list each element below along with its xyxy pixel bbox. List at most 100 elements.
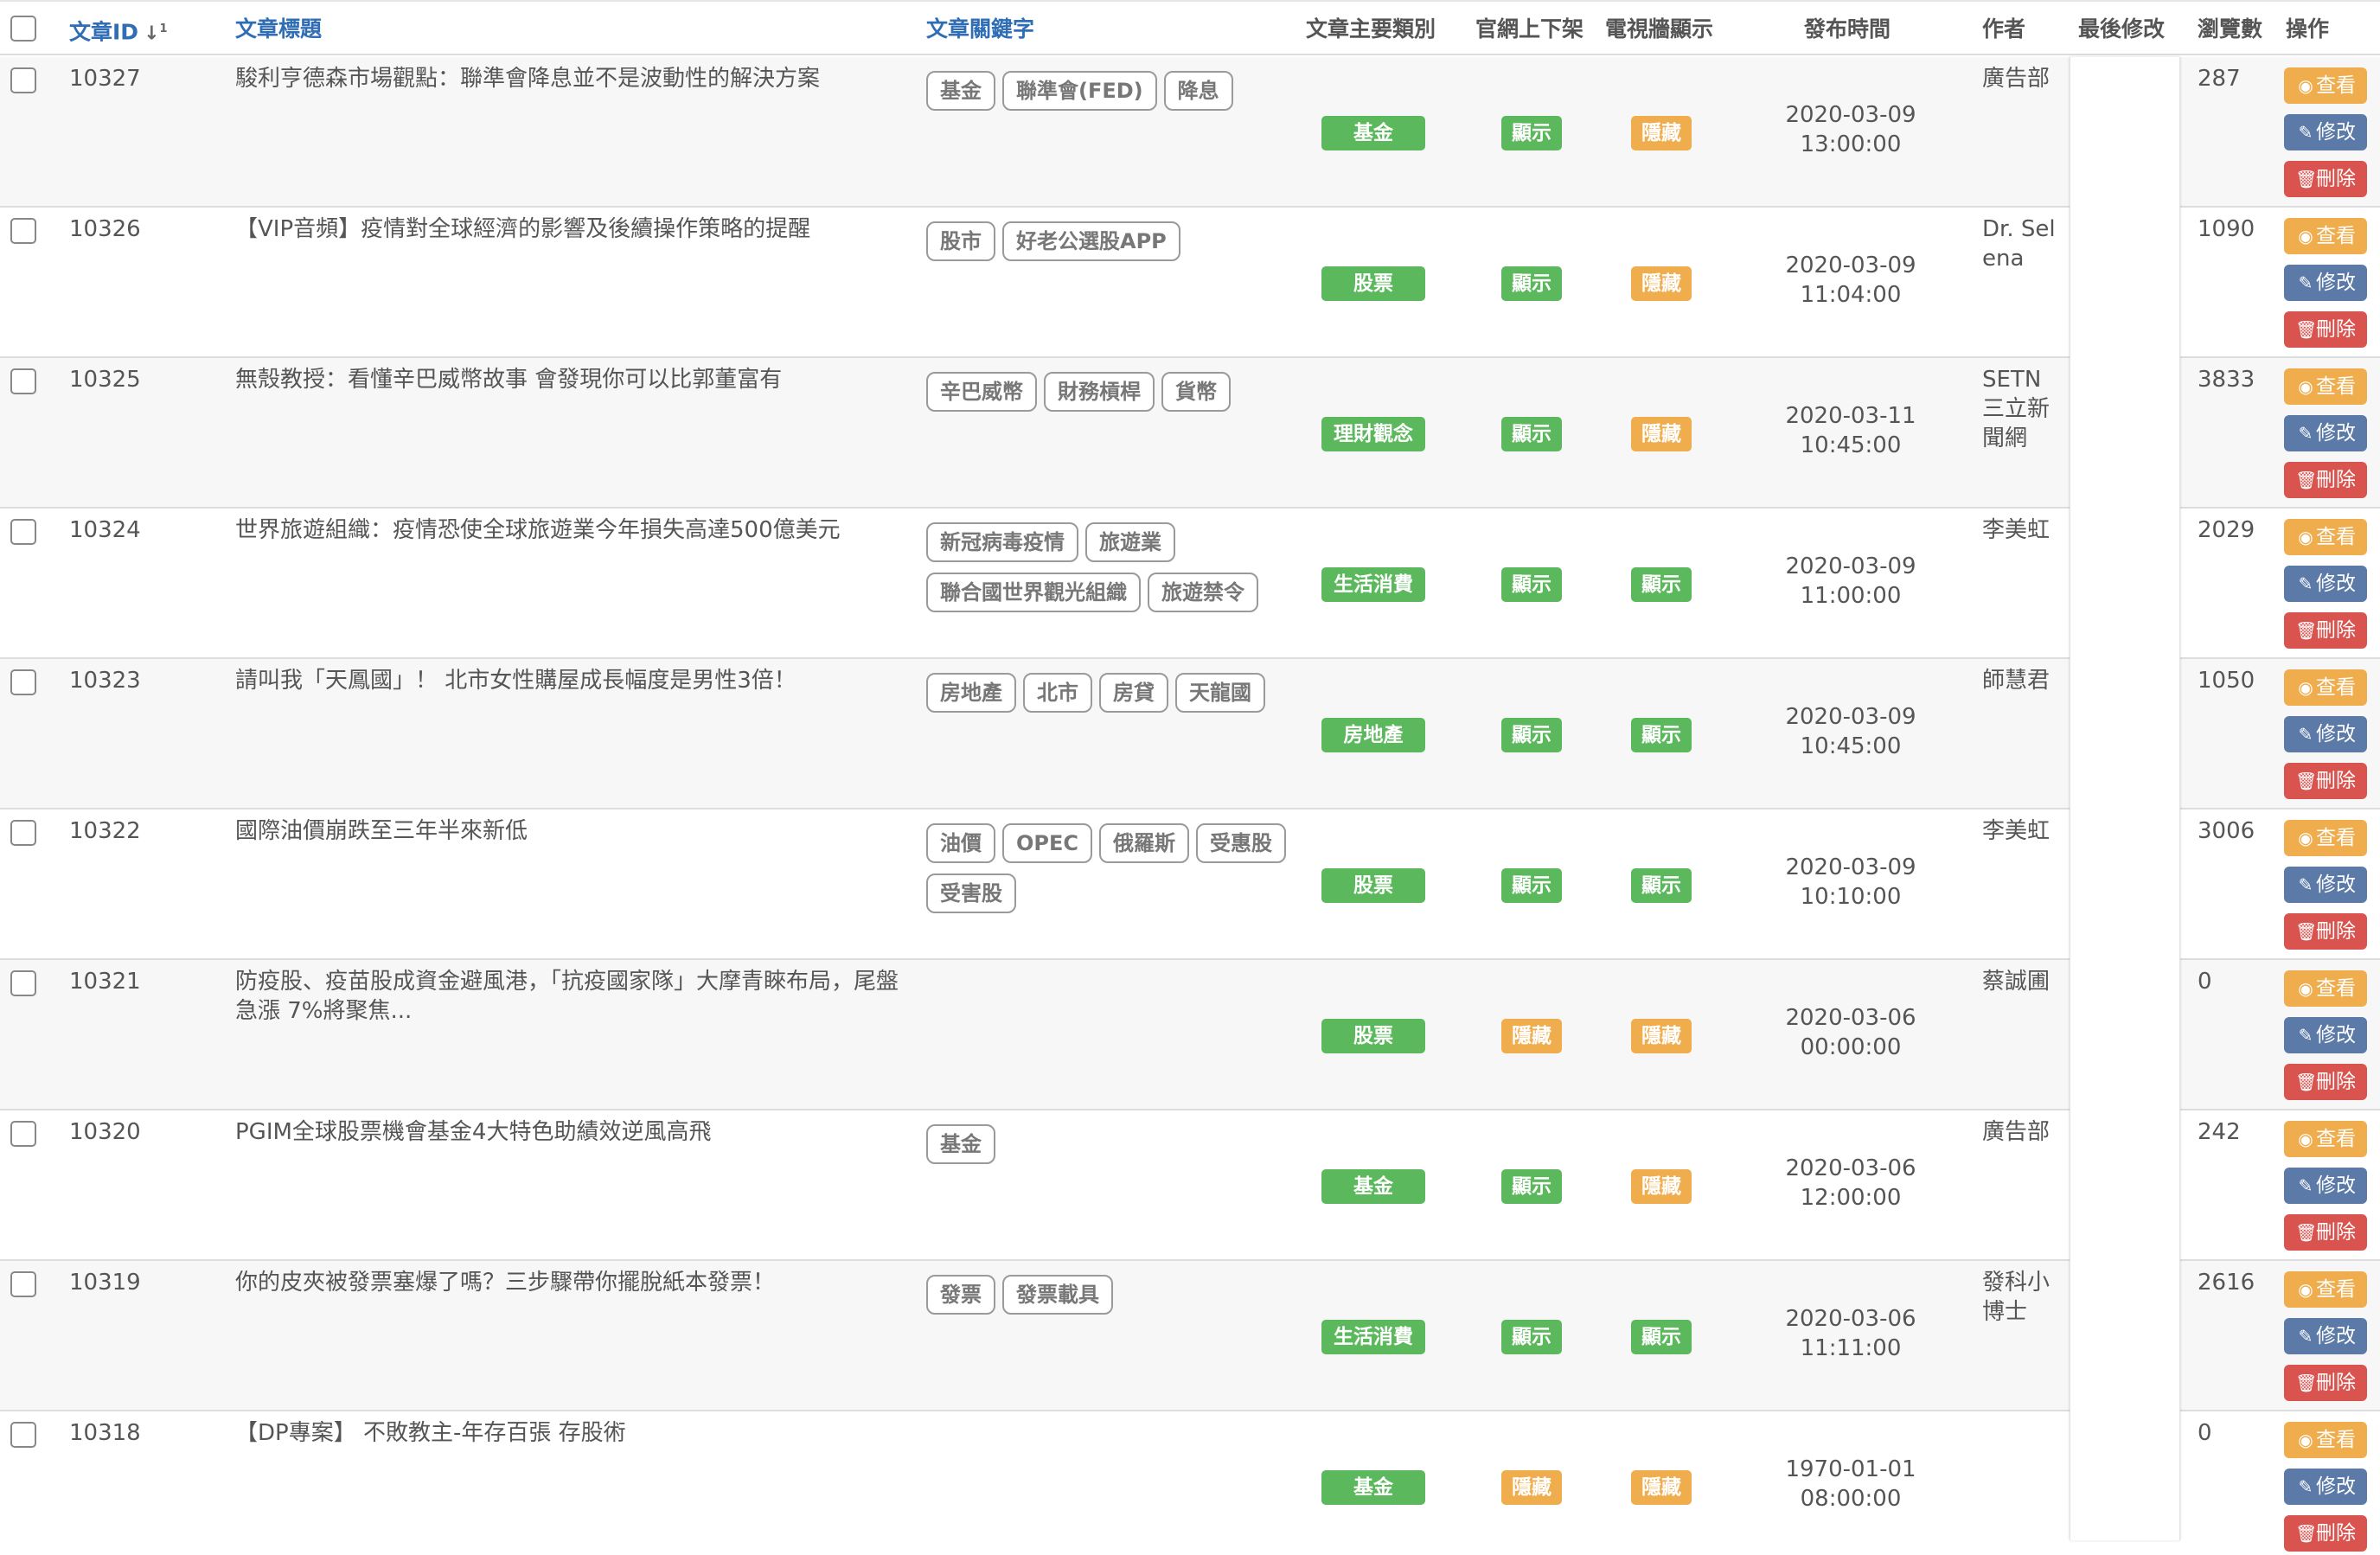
site-status-label: 顯示 — [1501, 266, 1562, 301]
edit-button[interactable]: ✎ 修改 — [2284, 265, 2367, 301]
view-button[interactable]: ◉ 查看 — [2284, 67, 2367, 104]
view-button-label: 查看 — [2316, 1429, 2356, 1451]
publish-clock: 11:04:00 — [1800, 282, 1902, 308]
edit-button[interactable]: ✎ 修改 — [2284, 114, 2367, 150]
article-title[interactable]: PGIM全球股票機會基金4大特色助績效逆風高飛 — [235, 1117, 901, 1147]
keyword-tag[interactable]: 受惠股 — [1196, 823, 1286, 863]
sort-numeric-desc-icon[interactable]: ↓1 — [144, 2, 167, 61]
row-select-checkbox[interactable] — [10, 519, 36, 545]
delete-button[interactable]: 🗑刪除 — [2284, 763, 2367, 799]
delete-button[interactable]: 🗑刪除 — [2284, 1214, 2367, 1251]
keyword-tag[interactable]: 貨幣 — [1161, 372, 1231, 412]
delete-button[interactable]: 🗑刪除 — [2284, 161, 2367, 197]
column-header-publish-time: 發布時間 — [1804, 16, 1891, 42]
keyword-tag[interactable]: 降息 — [1163, 71, 1233, 111]
view-button[interactable]: ◉ 查看 — [2284, 1121, 2367, 1157]
author: SETN三立新聞網 — [1982, 367, 2051, 451]
article-title[interactable]: 世界旅遊組織：疫情恐使全球旅遊業今年損失高達500億美元 — [235, 515, 901, 545]
view-button[interactable]: ◉ 查看 — [2284, 669, 2367, 706]
column-header-id[interactable]: 文章ID ↓1 — [69, 2, 168, 57]
delete-button[interactable]: 🗑刪除 — [2284, 1515, 2367, 1552]
row-select-checkbox[interactable] — [10, 67, 36, 93]
keyword-list: 辛巴威幣 財務槓桿 貨幣 — [926, 372, 1289, 412]
edit-button[interactable]: ✎ 修改 — [2284, 867, 2367, 903]
keyword-tag[interactable]: 天龍國 — [1175, 673, 1265, 713]
keyword-tag[interactable]: 基金 — [926, 71, 995, 111]
edit-button[interactable]: ✎ 修改 — [2284, 1318, 2367, 1354]
row-select-checkbox[interactable] — [10, 1422, 36, 1448]
delete-button[interactable]: 🗑刪除 — [2284, 913, 2367, 950]
keyword-tag[interactable]: 聯合國世界觀光組織 — [926, 573, 1141, 612]
delete-button[interactable]: 🗑刪除 — [2284, 1064, 2367, 1100]
publish-time: 2020-03-06 12:00:00 — [1773, 1154, 1929, 1213]
view-button[interactable]: ◉ 查看 — [2284, 519, 2367, 555]
article-title[interactable]: 駿利亨德森市場觀點：聯準會降息並不是波動性的解決方案 — [235, 64, 901, 93]
category-label: 生活消費 — [1321, 1320, 1425, 1354]
article-title[interactable]: 【VIP音頻】疫情對全球經濟的影響及後續操作策略的提醒 — [235, 214, 901, 244]
view-button[interactable]: ◉ 查看 — [2284, 820, 2367, 856]
publish-clock: 10:45:00 — [1800, 733, 1902, 759]
trash-icon: 🗑 — [2295, 1373, 2318, 1393]
keyword-tag[interactable]: 旅遊業 — [1085, 522, 1175, 562]
keyword-tag[interactable]: 好老公選股APP — [1002, 221, 1180, 261]
keyword-tag[interactable]: 俄羅斯 — [1099, 823, 1189, 863]
keyword-tag[interactable]: 辛巴威幣 — [926, 372, 1037, 412]
keyword-tag[interactable]: 房貸 — [1099, 673, 1168, 713]
view-button[interactable]: ◉ 查看 — [2284, 218, 2367, 254]
column-header-keywords[interactable]: 文章關鍵字 — [926, 2, 1034, 57]
delete-button[interactable]: 🗑刪除 — [2284, 1365, 2367, 1401]
article-title[interactable]: 防疫股、疫苗股成資金避風港，「抗疫國家隊」大摩青睞布局，尾盤急漲 7%將聚焦..… — [235, 967, 901, 1026]
article-title[interactable]: 你的皮夾被發票塞爆了嗎？三步驟帶你擺脫紙本發票！ — [235, 1268, 901, 1297]
trash-icon: 🗑 — [2295, 771, 2318, 791]
pencil-icon: ✎ — [2298, 874, 2313, 895]
keyword-tag[interactable]: 北市 — [1023, 673, 1092, 713]
view-button[interactable]: ◉ 查看 — [2284, 970, 2367, 1007]
row-select-checkbox[interactable] — [10, 970, 36, 996]
row-select-checkbox[interactable] — [10, 669, 36, 695]
edit-button[interactable]: ✎ 修改 — [2284, 1469, 2367, 1505]
article-title[interactable]: 國際油價崩跌至三年半來新低 — [235, 816, 901, 846]
article-title[interactable]: 無殼教授：看懂辛巴威幣故事 會發現你可以比郭董富有 — [235, 365, 901, 394]
author: 李美虹 — [1982, 818, 2051, 844]
row-select-checkbox[interactable] — [10, 368, 36, 394]
edit-button[interactable]: ✎ 修改 — [2284, 415, 2367, 451]
view-button-label: 查看 — [2316, 375, 2356, 398]
edit-button-label: 修改 — [2316, 1325, 2356, 1347]
keyword-tag[interactable]: 聯準會(FED) — [1002, 71, 1157, 111]
keyword-tag[interactable]: 油價 — [926, 823, 995, 863]
keyword-tag[interactable]: 發票 — [926, 1275, 995, 1315]
row-select-checkbox[interactable] — [10, 1271, 36, 1297]
keyword-tag[interactable]: 股市 — [926, 221, 995, 261]
keyword-tag[interactable]: OPEC — [1002, 823, 1092, 863]
article-title[interactable]: 請叫我「天鳳國」！ 北市女性購屋成長幅度是男性3倍！ — [235, 666, 901, 695]
select-all-checkbox[interactable] — [10, 16, 36, 42]
edit-button[interactable]: ✎ 修改 — [2284, 1017, 2367, 1053]
pencil-icon: ✎ — [2298, 1025, 2313, 1046]
edit-button[interactable]: ✎ 修改 — [2284, 1168, 2367, 1204]
keyword-tag[interactable]: 房地產 — [926, 673, 1016, 713]
article-title[interactable]: 【DP專案】 不敗教主-年存百張 存股術 — [235, 1418, 901, 1448]
delete-button[interactable]: 🗑刪除 — [2284, 612, 2367, 649]
view-button[interactable]: ◉ 查看 — [2284, 1422, 2367, 1458]
row-select-checkbox[interactable] — [10, 218, 36, 244]
table-row: 10323 請叫我「天鳳國」！ 北市女性購屋成長幅度是男性3倍！ 房地產 北市 房貸 天龍… — [0, 659, 2380, 809]
view-button[interactable]: ◉ 查看 — [2284, 368, 2367, 405]
view-button-label: 查看 — [2316, 827, 2356, 849]
keyword-list: 股市 好老公選股APP — [926, 221, 1289, 261]
delete-button[interactable]: 🗑刪除 — [2284, 462, 2367, 498]
view-button[interactable]: ◉ 查看 — [2284, 1271, 2367, 1308]
row-select-checkbox[interactable] — [10, 820, 36, 846]
keyword-tag[interactable]: 發票載具 — [1002, 1275, 1113, 1315]
delete-button[interactable]: 🗑刪除 — [2284, 311, 2367, 348]
keyword-tag[interactable]: 財務槓桿 — [1044, 372, 1155, 412]
view-button-label: 查看 — [2316, 225, 2356, 247]
keyword-tag[interactable]: 旅遊禁令 — [1148, 573, 1258, 612]
keyword-tag[interactable]: 新冠病毒疫情 — [926, 522, 1078, 562]
edit-button[interactable]: ✎ 修改 — [2284, 716, 2367, 752]
column-header-title[interactable]: 文章標題 — [235, 2, 322, 57]
keyword-tag[interactable]: 受害股 — [926, 873, 1016, 913]
keyword-tag[interactable]: 基金 — [926, 1124, 995, 1164]
edit-button[interactable]: ✎ 修改 — [2284, 566, 2367, 602]
row-select-checkbox[interactable] — [10, 1121, 36, 1147]
pencil-icon: ✎ — [2298, 272, 2313, 293]
